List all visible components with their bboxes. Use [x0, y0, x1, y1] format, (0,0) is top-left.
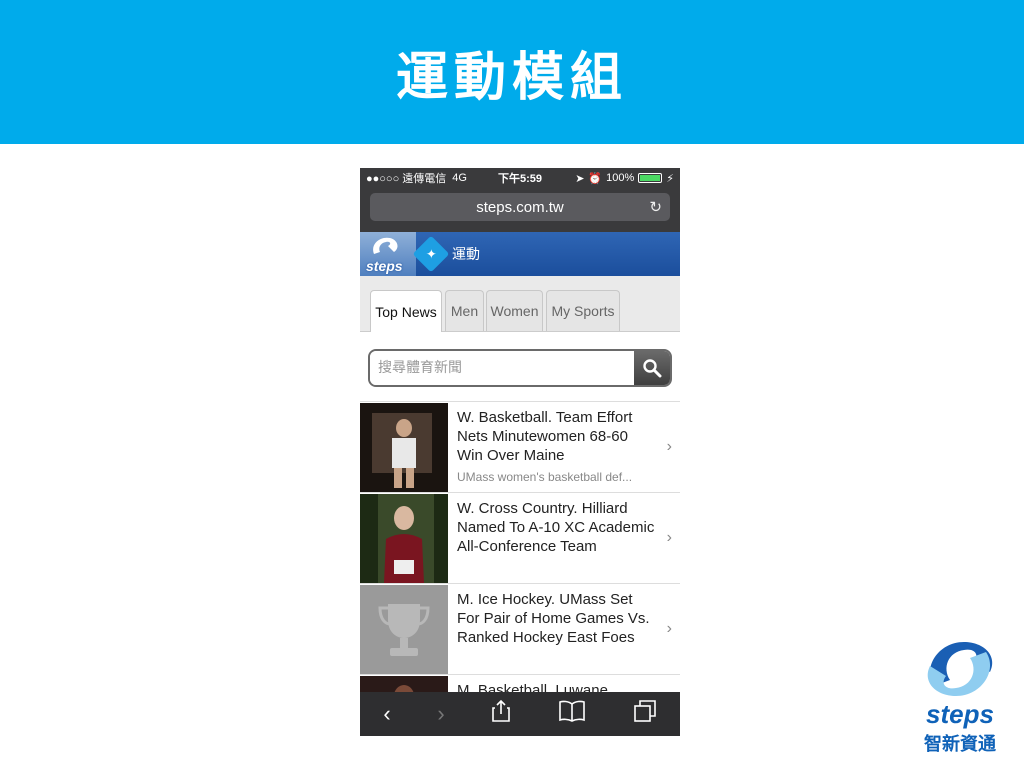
chevron-right-icon: ›	[666, 620, 672, 637]
brand-logo: steps 智新資通	[910, 638, 1010, 755]
steps-logo-text: steps	[366, 258, 403, 274]
tab-bar: Top News Men Women My Sports	[360, 276, 680, 332]
back-icon[interactable]: ‹	[383, 701, 390, 727]
network-label: 4G	[452, 172, 467, 184]
news-title: M. Ice Hockey. UMass Set For Pair of Hom…	[457, 591, 650, 646]
bookmarks-icon[interactable]	[558, 700, 586, 728]
news-summary: UMass women's basketball def...	[457, 470, 633, 484]
slide-title: 運動模組	[395, 47, 628, 108]
news-item[interactable]: W. Basketball. Team Effort Nets Minutewo…	[360, 402, 680, 493]
share-icon[interactable]	[491, 699, 511, 729]
search-box	[368, 349, 672, 387]
brand-wordmark: steps	[926, 699, 994, 729]
news-thumbnail	[360, 403, 448, 492]
phone-screenshot: ●●○○○ 遠傳電信 4G 下午5:59 ➤ ⏰ 100% ⚡ steps.co…	[360, 168, 680, 736]
news-title: W. Cross Country. Hilliard Named To A-10…	[457, 500, 655, 555]
charging-icon: ⚡	[666, 172, 674, 185]
app-header: steps ✦ 運動	[360, 232, 680, 276]
search-input[interactable]	[370, 351, 632, 385]
trophy-icon	[378, 603, 430, 656]
news-title: W. Basketball. Team Effort Nets Minutewo…	[457, 409, 633, 464]
tab-top-news[interactable]: Top News	[370, 290, 442, 332]
tabs-icon[interactable]	[633, 699, 657, 729]
tab-women[interactable]: Women	[486, 290, 543, 331]
battery-icon	[638, 173, 663, 183]
browser-chrome: ●●○○○ 遠傳電信 4G 下午5:59 ➤ ⏰ 100% ⚡ steps.co…	[360, 168, 680, 232]
reload-icon[interactable]: ↻	[649, 198, 662, 216]
search-icon	[643, 359, 662, 378]
battery-percent: 100%	[606, 172, 635, 184]
browser-toolbar: ‹ ›	[360, 692, 680, 736]
address-bar[interactable]: steps.com.tw ↻	[370, 193, 670, 221]
news-thumbnail	[360, 585, 448, 674]
app-title: 運動	[452, 246, 480, 262]
tab-my-sports[interactable]: My Sports	[546, 290, 620, 331]
url-text: steps.com.tw	[476, 198, 564, 216]
steps-logo[interactable]: steps	[360, 232, 416, 276]
news-thumbnail	[360, 494, 448, 583]
brand-chinese-name: 智新資通	[924, 734, 996, 755]
status-bar: ●●○○○ 遠傳電信 4G 下午5:59 ➤ ⏰ 100% ⚡	[360, 168, 680, 188]
location-icon: ➤	[575, 172, 585, 185]
slide-banner: 運動模組	[0, 0, 1024, 144]
forward-icon[interactable]: ›	[437, 701, 444, 727]
news-list: W. Basketball. Team Effort Nets Minutewo…	[360, 401, 680, 736]
news-item[interactable]: W. Cross Country. Hilliard Named To A-10…	[360, 493, 680, 584]
tab-men[interactable]: Men	[445, 290, 484, 331]
chevron-right-icon: ›	[666, 529, 672, 546]
steps-swirl-icon	[927, 642, 993, 696]
sport-icon: ✦	[412, 235, 450, 273]
carrier-label: ●●○○○ 遠傳電信	[366, 173, 447, 185]
news-item[interactable]: M. Ice Hockey. UMass Set For Pair of Hom…	[360, 584, 680, 675]
search-button[interactable]	[634, 351, 670, 385]
slide: 運動模組 ●●○○○ 遠傳電信 4G 下午5:59 ➤ ⏰ 100% ⚡ ste…	[0, 0, 1024, 768]
alarm-icon: ⏰	[588, 172, 603, 185]
chevron-right-icon: ›	[666, 438, 672, 455]
